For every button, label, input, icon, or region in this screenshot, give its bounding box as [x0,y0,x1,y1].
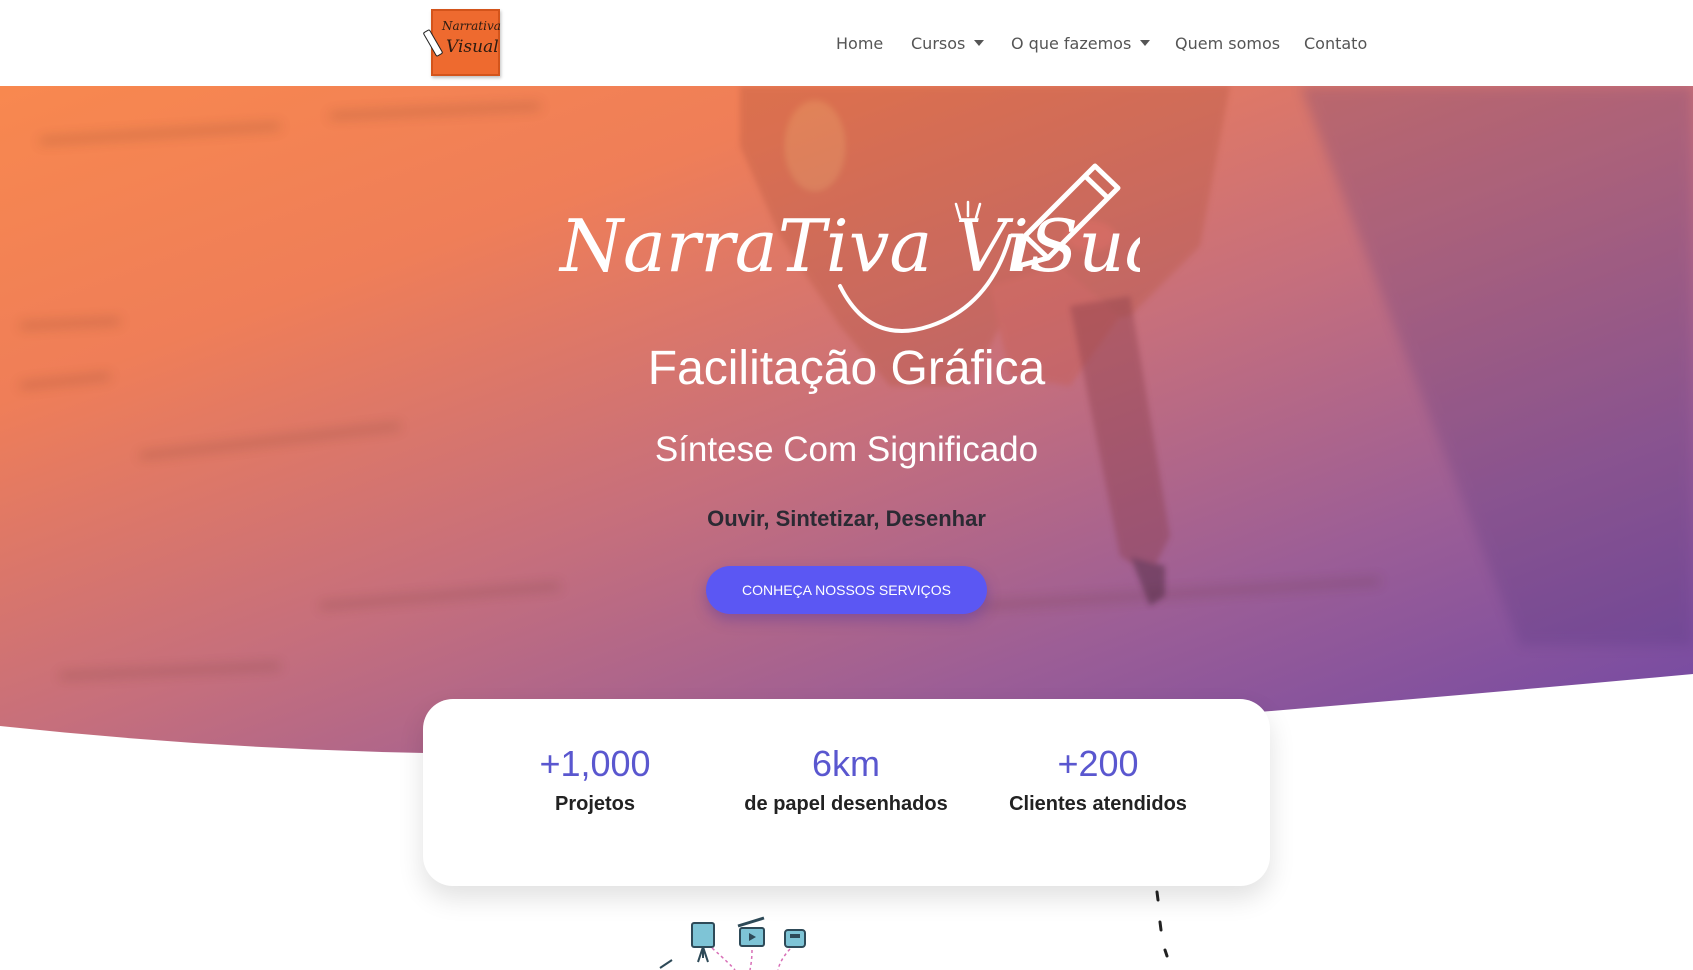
nav-cursos-label: Cursos [911,33,966,53]
video-icon [737,916,765,947]
nav-contato-label: Contato [1304,33,1368,53]
stat-clientes: +200 Clientes atendidos [973,743,1223,816]
chat-icon [784,929,806,948]
hero-curve-divider [0,674,1693,786]
stat-projetos: +1,000 Projetos [470,743,720,816]
site-header: Narrativa Visual Home Cursos O que fazem… [0,0,1693,86]
stat-value: 6km [811,743,880,784]
stats-card: +1,000 Projetos 6km de papel desenhados … [423,699,1270,886]
nav-o-que-fazemos-label: O que fazemos [1011,33,1132,53]
easel-icon [691,922,715,963]
hero-section: NarraTiva ViSual Facilitação Gráfica Sín… [0,86,1693,786]
nav-home-label: Home [836,33,884,53]
site-logo[interactable]: Narrativa Visual [422,9,501,76]
stat-label: Clientes atendidos [1009,793,1187,815]
chevron-down-icon [1140,40,1151,46]
nav-contato[interactable]: Contato [1304,32,1367,54]
stat-papel: 6km de papel desenhados [721,743,971,816]
stat-value: +1,000 [539,743,651,784]
logo-text-bottom: Visual [446,37,499,57]
nav-quem-somos[interactable]: Quem somos [1175,32,1280,54]
pen-icon [422,28,444,58]
stat-label: de papel desenhados [744,793,948,815]
nav-home[interactable]: Home [836,32,883,54]
nav-cursos[interactable]: Cursos [911,32,985,54]
stat-label: Projetos [554,793,636,815]
nav-quem-somos-label: Quem somos [1175,33,1281,53]
logo-text-top: Narrativa [442,19,501,33]
stat-value: +200 [1057,743,1139,784]
chevron-down-icon [974,40,985,46]
nav-o-que-fazemos[interactable]: O que fazemos [1011,32,1151,54]
illustration-strip [659,890,1169,970]
